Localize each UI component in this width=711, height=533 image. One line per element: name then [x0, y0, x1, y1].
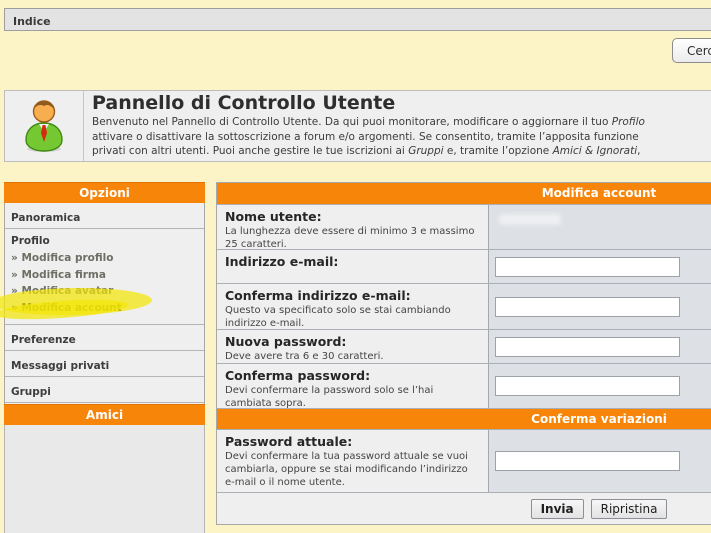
field-input-cell: [489, 330, 711, 363]
form-row-nome-utente: Nome utente: La lunghezza deve essere di…: [217, 204, 711, 249]
field-label-cell: Conferma password: Devi confermare la pa…: [217, 364, 489, 408]
page-title: Pannello di Controllo Utente: [92, 92, 645, 115]
avatar: [5, 91, 84, 161]
user-control-panel-page: { "breadcrumb": { "label": "Indice" }, "…: [0, 0, 711, 533]
form-row-conferma-email: Conferma indirizzo e-mail: Questo va spe…: [217, 283, 711, 329]
field-label-cell: Nuova password: Deve avere tra 6 e 30 ca…: [217, 330, 489, 363]
new-password-field[interactable]: [495, 337, 680, 357]
friends-list-empty: [4, 425, 205, 533]
field-label-cell: Nome utente: La lunghezza deve essere di…: [217, 205, 489, 249]
field-label: Nome utente:: [225, 209, 480, 224]
form-row-email: Indirizzo e-mail:: [217, 249, 711, 283]
field-label: Conferma password:: [225, 368, 480, 383]
field-input-cell: [489, 430, 711, 492]
field-description: Questo va specificato solo se stai cambi…: [225, 304, 480, 330]
sidebar-item-modifica-profilo[interactable]: » Modifica profilo: [11, 250, 198, 267]
confirm-password-field[interactable]: [495, 376, 680, 396]
search-button[interactable]: Cerca: [672, 38, 711, 63]
breadcrumb-indice-link[interactable]: Indice: [13, 15, 51, 28]
intro-line: Benvenuto nel Pannello di Controllo Uten…: [92, 115, 645, 130]
field-description: Devi confermare la tua password attuale …: [225, 450, 480, 489]
intro-line: attivare o disattivare la sottoscrizione…: [92, 130, 645, 145]
current-password-field[interactable]: [495, 451, 680, 471]
form-row-conferma-password: Conferma password: Devi confermare la pa…: [217, 363, 711, 408]
field-description: Deve avere tra 6 e 30 caratteri.: [225, 350, 480, 363]
confirm-section-header: Conferma variazioni: [217, 408, 711, 429]
email-field[interactable]: [495, 257, 680, 277]
field-label-cell: Indirizzo e-mail:: [217, 250, 489, 283]
sidebar-item-preferenze[interactable]: Preferenze: [5, 324, 204, 350]
field-label: Conferma indirizzo e-mail:: [225, 288, 480, 303]
sidebar-item-modifica-firma[interactable]: » Modifica firma: [11, 267, 198, 284]
sidebar-item-modifica-account[interactable]: » Modifica account: [11, 300, 198, 317]
field-label: Nuova password:: [225, 334, 480, 349]
breadcrumb-bar: Indice: [4, 8, 711, 31]
field-label-cell: Password attuale: Devi confermare la tua…: [217, 430, 489, 492]
field-label: Password attuale:: [225, 434, 480, 449]
sidebar-item-modifica-avatar[interactable]: » Modifica avatar: [11, 283, 198, 300]
confirm-email-field[interactable]: [495, 297, 680, 317]
field-label: Indirizzo e-mail:: [225, 254, 480, 269]
sidebar-item-gruppi[interactable]: Gruppi: [5, 376, 204, 402]
field-description: La lunghezza deve essere di minimo 3 e m…: [225, 225, 480, 251]
redacted-username: [499, 214, 561, 225]
form-row-password-attuale: Password attuale: Devi confermare la tua…: [217, 429, 711, 492]
form-row-nuova-password: Nuova password: Deve avere tra 6 e 30 ca…: [217, 329, 711, 363]
sidebar-item-label: Preferenze: [11, 332, 76, 348]
sidebar-item-messaggi-privati[interactable]: Messaggi privati: [5, 350, 204, 376]
username-static-cell: [489, 205, 711, 249]
sidebar-item-label: Gruppi: [11, 384, 51, 400]
field-input-cell: [489, 364, 711, 408]
sidebar-section-label: Profilo: [11, 232, 198, 250]
sidebar-item-label: Panoramica: [11, 210, 80, 226]
submit-button[interactable]: Invia: [531, 499, 584, 519]
sidebar-item-label: Messaggi privati: [11, 358, 109, 374]
reset-button[interactable]: Ripristina: [591, 499, 668, 519]
form-footer: Invia Ripristina: [217, 492, 711, 524]
sidebar-section-profilo: Profilo » Modifica profilo » Modifica fi…: [5, 228, 204, 324]
field-input-cell: [489, 284, 711, 329]
sidebar-menu: Panoramica Profilo » Modifica profilo » …: [4, 203, 205, 429]
intro-line: conosci. Lo Staff potrebbe rilasciare de…: [92, 159, 645, 161]
ucp-header-panel: Pannello di Controllo Utente Benvenuto n…: [4, 90, 711, 162]
sidebar-friends-header: Amici: [4, 404, 205, 425]
sidebar-item-panoramica[interactable]: Panoramica: [5, 203, 204, 228]
modifica-account-panel: Modifica account Nome utente: La lunghez…: [216, 182, 711, 525]
field-label-cell: Conferma indirizzo e-mail: Questo va spe…: [217, 284, 489, 329]
field-description: Devi confermare la password solo se l’ha…: [225, 384, 480, 410]
ucp-header-text: Pannello di Controllo Utente Benvenuto n…: [84, 91, 645, 161]
sidebar-options-header: Opzioni: [4, 182, 205, 203]
user-avatar-icon: [19, 98, 69, 154]
form-section-header: Modifica account: [217, 183, 711, 204]
field-input-cell: [489, 250, 711, 283]
intro-line: privati con altri utenti. Puoi anche ges…: [92, 144, 645, 159]
